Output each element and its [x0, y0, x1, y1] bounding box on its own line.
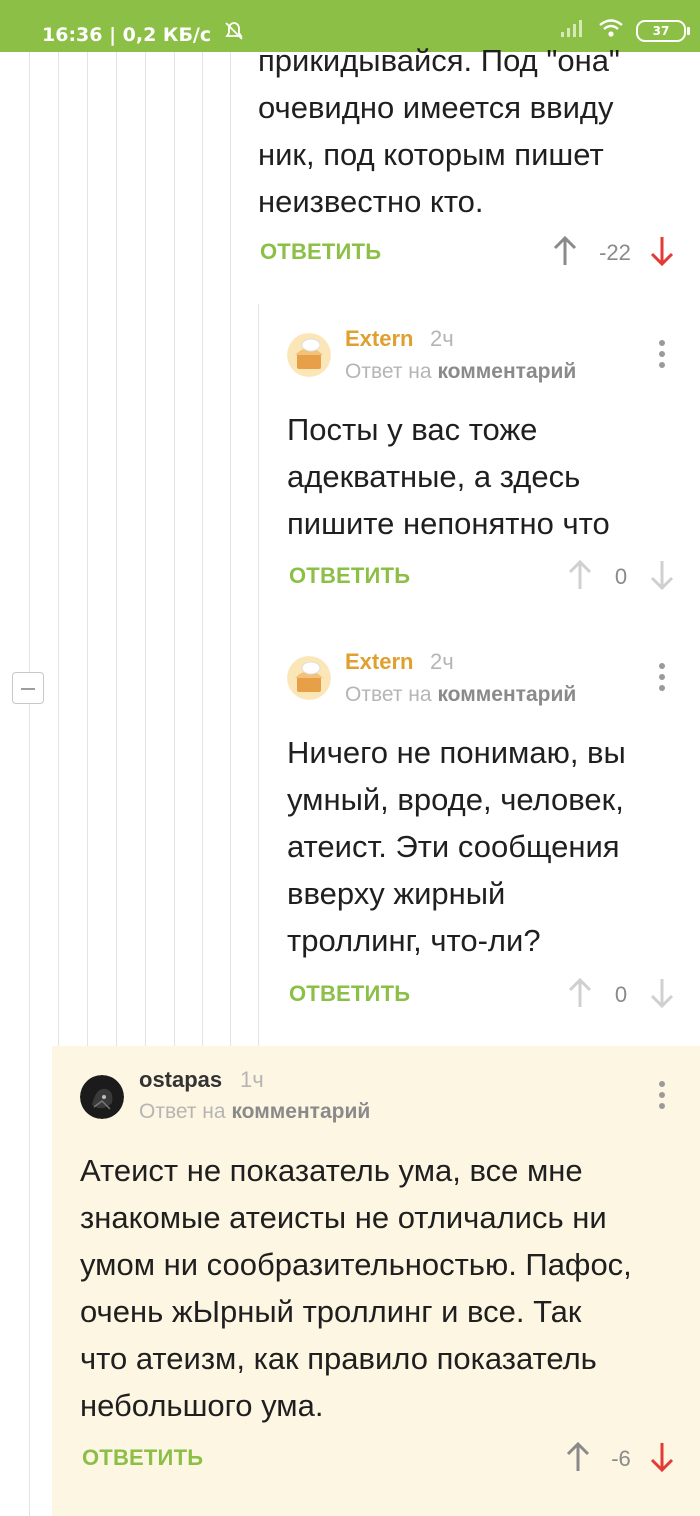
more-icon[interactable] — [658, 340, 666, 370]
comment-text: Атеист не показатель ума, все мне знаком… — [80, 1153, 632, 1423]
thread-line — [230, 52, 231, 1046]
comment-rating: -22 — [599, 240, 631, 265]
battery-indicator: 37 — [636, 19, 690, 42]
comment-rating: 0 — [614, 982, 628, 1007]
avatar[interactable] — [287, 333, 331, 377]
downvote-arrow-icon[interactable] — [650, 560, 674, 590]
reply-to-link[interactable]: комментарий — [437, 360, 576, 383]
upvote-arrow-icon[interactable] — [553, 236, 577, 266]
thread-line — [58, 52, 59, 1046]
comment-text: прикидывайся. Под "она" очевидно имеется… — [258, 43, 620, 219]
reply-to-line: Ответ на комментарий — [345, 360, 577, 383]
comment-text: Посты у вас тоже адекватные, а здесь пиш… — [287, 412, 610, 541]
more-icon[interactable] — [658, 1081, 666, 1111]
comment-rating: 0 — [614, 564, 628, 589]
reply-to-line: Ответ на комментарий — [139, 1100, 371, 1123]
thread-line — [29, 52, 30, 672]
thread-line — [29, 704, 30, 1516]
more-icon[interactable] — [658, 663, 666, 693]
reply-button[interactable]: ОТВЕТИТЬ — [289, 563, 410, 589]
downvote-arrow-icon[interactable] — [650, 236, 674, 266]
downvote-arrow-icon[interactable] — [650, 978, 674, 1008]
reply-to-link[interactable]: комментарий — [231, 1100, 370, 1123]
avatar[interactable] — [287, 656, 331, 700]
author-name[interactable]: Extern — [345, 326, 413, 352]
reply-to-link[interactable]: комментарий — [437, 683, 576, 706]
thread-line — [258, 304, 259, 1046]
downvote-arrow-icon[interactable] — [650, 1442, 674, 1472]
upvote-arrow-icon[interactable] — [566, 1442, 590, 1472]
author-name[interactable]: Extern — [345, 649, 413, 675]
upvote-arrow-icon[interactable] — [568, 978, 592, 1008]
bell-muted-icon — [224, 21, 244, 46]
comment-time: 2ч — [430, 649, 454, 674]
upvote-arrow-icon[interactable] — [568, 560, 592, 590]
thread-line — [145, 52, 146, 1046]
comment-rating: -6 — [611, 1446, 631, 1471]
reply-button[interactable]: ОТВЕТИТЬ — [260, 239, 381, 265]
thread-line — [116, 52, 117, 1046]
thread-line — [174, 52, 175, 1046]
status-time-speed: 16:36 | 0,2 КБ/с — [42, 24, 212, 46]
reply-to-line: Ответ на комментарий — [345, 683, 577, 706]
comment-time: 2ч — [430, 326, 454, 351]
thread-line — [87, 52, 88, 1046]
reply-button[interactable]: ОТВЕТИТЬ — [82, 1445, 203, 1471]
thread-line — [202, 52, 203, 1046]
collapse-icon[interactable] — [12, 672, 44, 704]
reply-button[interactable]: ОТВЕТИТЬ — [289, 981, 410, 1007]
avatar[interactable] — [80, 1075, 124, 1119]
author-name[interactable]: ostapas — [139, 1067, 222, 1093]
comment-time: 1ч — [240, 1067, 264, 1092]
comment-text: Ничего не понимаю, вы умный, вроде, чело… — [287, 735, 626, 958]
